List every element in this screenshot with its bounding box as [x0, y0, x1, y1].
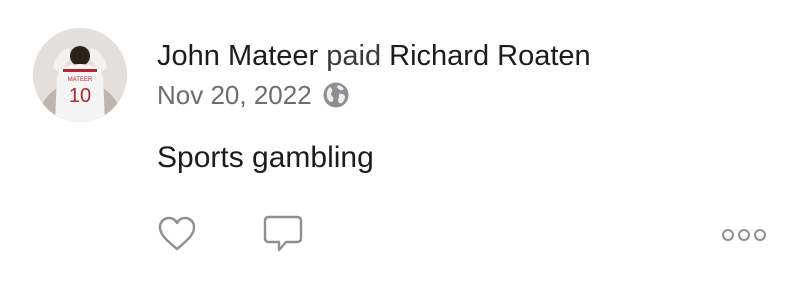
- avatar[interactable]: MATEER 10: [33, 28, 127, 122]
- payment-summary: John Mateer paid Richard Roaten: [157, 36, 591, 76]
- globe-icon: [322, 81, 350, 109]
- avatar-jersey-number: 10: [69, 85, 91, 107]
- payment-note: Sports gambling: [157, 141, 374, 174]
- story-meta: Nov 20, 2022: [157, 78, 591, 112]
- avatar-photo: MATEER 10: [33, 28, 127, 122]
- like-button[interactable]: [157, 214, 197, 254]
- comment-bubble-icon: [263, 215, 303, 252]
- story-header: John Mateer paid Richard Roaten Nov 20, …: [157, 36, 591, 112]
- comment-button[interactable]: [262, 213, 304, 255]
- avatar-jersey-name: MATEER: [68, 77, 93, 83]
- payment-verb: paid: [326, 40, 382, 72]
- heart-icon: [158, 216, 196, 251]
- more-options-icon: [722, 229, 766, 241]
- more-options-button[interactable]: [720, 226, 768, 244]
- payment-date: Nov 20, 2022: [157, 80, 312, 110]
- recipient-name[interactable]: Richard Roaten: [389, 40, 591, 72]
- sender-name[interactable]: John Mateer: [157, 40, 318, 72]
